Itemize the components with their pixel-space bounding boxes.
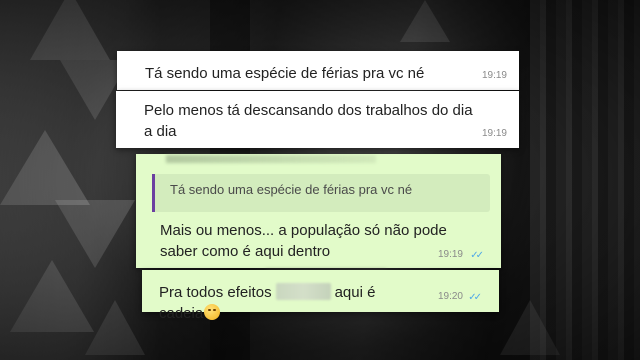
quote-accent-bar [152,174,155,212]
double-check-icon: ✓✓ [470,250,484,261]
message-text-before: Pra todos efeitos [159,284,272,301]
message-bubble-outgoing[interactable]: Pra todos efeitos aqui é cadeia 19:20 ✓✓ [142,270,499,322]
message-bubble-incoming[interactable]: Pelo menos tá descansando dos trabalhos … [116,91,519,148]
double-check-icon: ✓✓ [468,292,482,303]
quoted-message[interactable]: Tá sendo uma espécie de férias pra vc né [152,174,490,212]
message-bubble-outgoing[interactable]: Tá sendo uma espécie de férias pra vc né… [136,154,501,274]
censored-blur [275,283,331,300]
message-bubble-incoming[interactable]: Tá sendo uma espécie de férias pra vc né… [117,51,519,90]
slightly-smiling-face-icon [204,304,221,320]
message-timestamp: 19:19 [437,249,463,260]
message-text: Pra todos efeitos aqui é cadeia [159,282,409,324]
message-timestamp: 19:19 [481,70,507,81]
message-text: Tá sendo uma espécie de férias pra vc né [145,65,425,82]
message-text: Pelo menos tá descansando dos trabalhos … [144,102,473,140]
quoted-message-text: Tá sendo uma espécie de férias pra vc né [170,182,413,197]
blurred-text-fragment [166,155,376,163]
message-text: Mais ou menos... a população só não pode… [160,222,447,260]
message-timestamp: 19:19 [481,128,507,139]
message-timestamp: 19:20 [437,291,463,302]
